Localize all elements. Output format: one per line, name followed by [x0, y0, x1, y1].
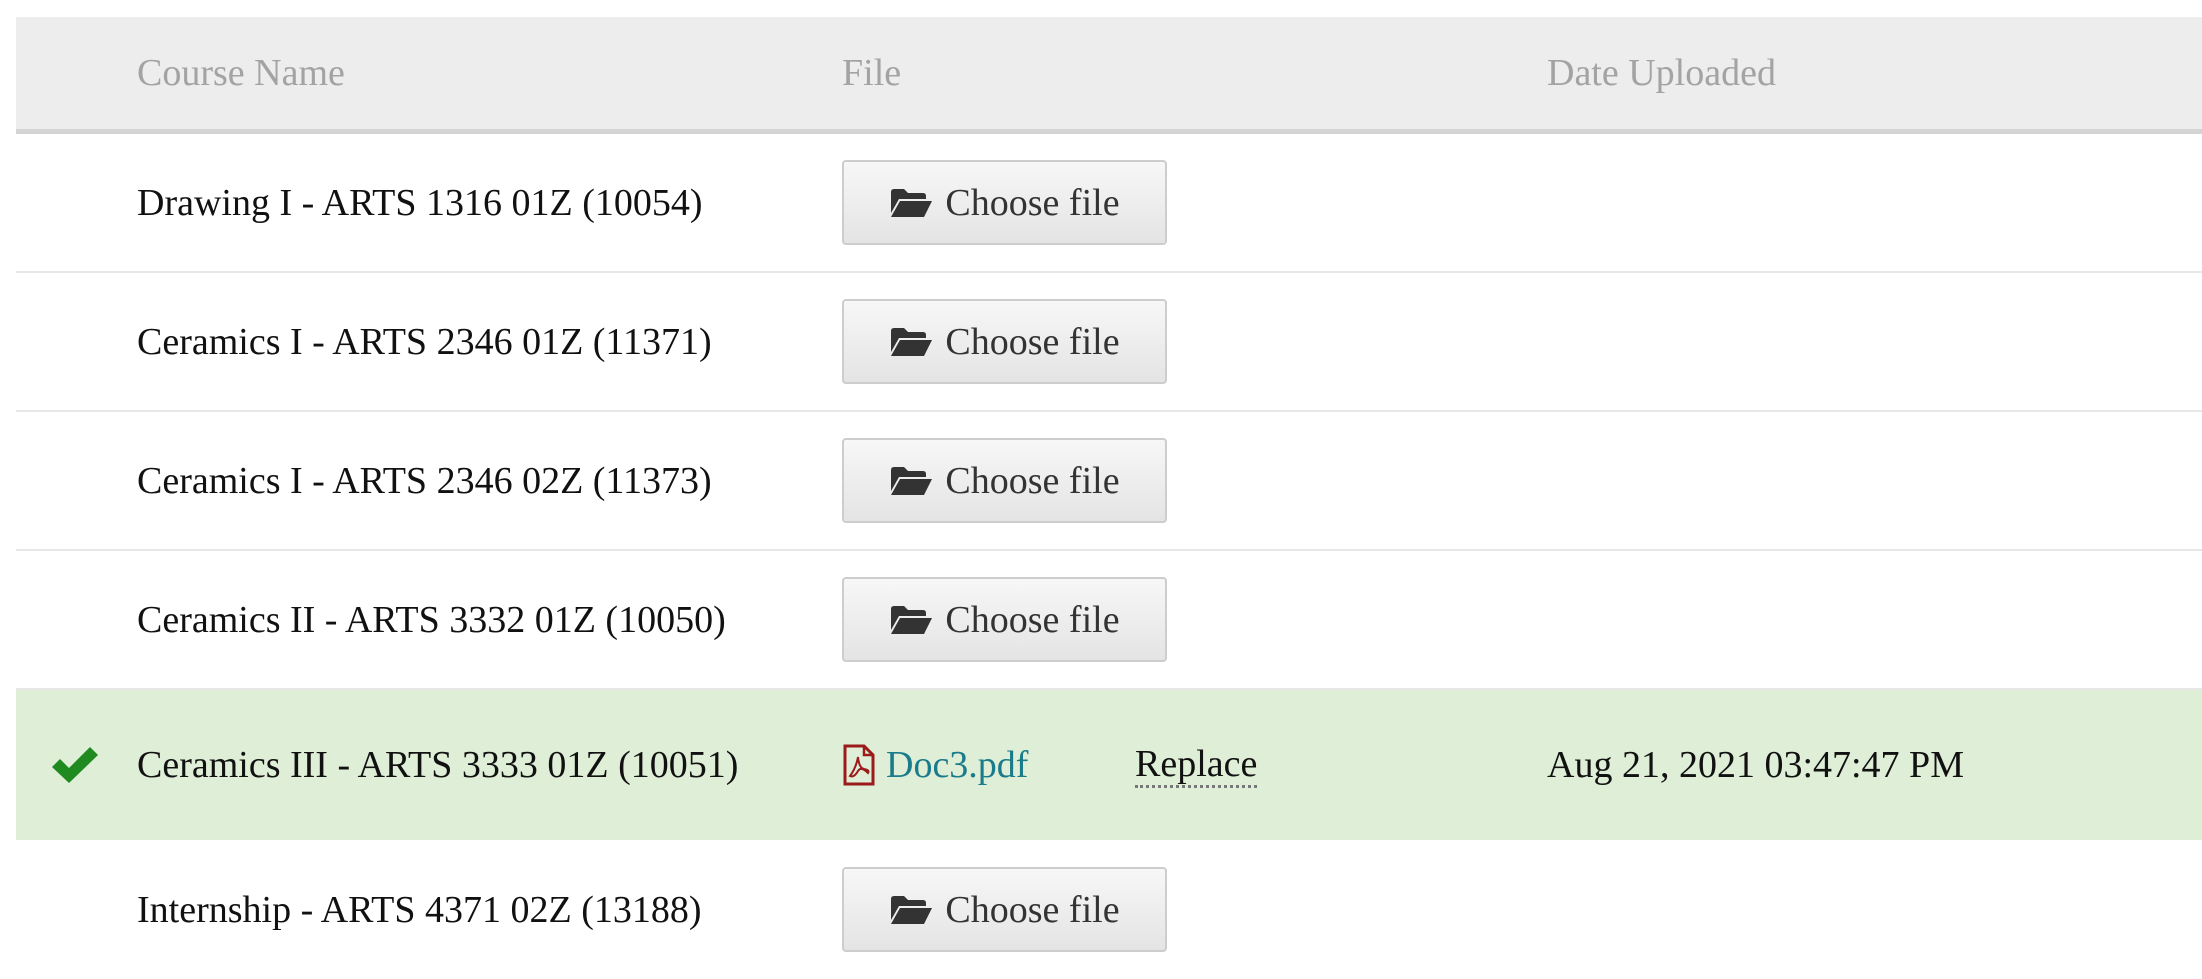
table-header: Course Name File Date Uploaded: [16, 17, 2202, 134]
uploaded-file-name: Doc3.pdf: [886, 744, 1029, 786]
table-row: Internship - ARTS 4371 02Z (13188) Choos…: [16, 840, 2202, 979]
course-name: Drawing I - ARTS 1316 01Z (10054): [137, 181, 703, 224]
choose-file-button[interactable]: Choose file: [842, 867, 1167, 952]
course-files-table: Course Name File Date Uploaded Drawing I…: [16, 17, 2202, 979]
table-row: Ceramics II - ARTS 3332 01Z (10050) Choo…: [16, 551, 2202, 690]
choose-file-button[interactable]: Choose file: [842, 299, 1167, 384]
course-name: Ceramics I - ARTS 2346 01Z (11371): [137, 320, 712, 363]
header-file: File: [842, 52, 902, 94]
course-name: Internship - ARTS 4371 02Z (13188): [137, 888, 702, 931]
table-row: Drawing I - ARTS 1316 01Z (10054) Choose…: [16, 134, 2202, 273]
replace-link[interactable]: Replace: [1135, 743, 1258, 788]
checkmark-icon: [50, 744, 100, 786]
choose-file-button[interactable]: Choose file: [842, 438, 1167, 523]
folder-open-icon: [889, 186, 933, 220]
course-name: Ceramics II - ARTS 3332 01Z (10050): [137, 598, 726, 641]
course-name: Ceramics I - ARTS 2346 02Z (11373): [137, 459, 712, 502]
folder-open-icon: [889, 464, 933, 498]
date-uploaded: Aug 21, 2021 03:47:47 PM: [1547, 744, 1964, 786]
choose-file-button[interactable]: Choose file: [842, 577, 1167, 662]
folder-open-icon: [889, 893, 933, 927]
folder-open-icon: [889, 603, 933, 637]
uploaded-file-link[interactable]: Doc3.pdf: [842, 743, 1028, 787]
folder-open-icon: [889, 325, 933, 359]
choose-file-button[interactable]: Choose file: [842, 160, 1167, 245]
course-name: Ceramics III - ARTS 3333 01Z (10051): [137, 744, 739, 786]
header-date-uploaded: Date Uploaded: [1547, 52, 1776, 94]
header-course-name: Course Name: [137, 52, 345, 94]
table-row: Ceramics I - ARTS 2346 01Z (11371) Choos…: [16, 273, 2202, 412]
pdf-file-icon: [842, 744, 876, 786]
table-row: Ceramics I - ARTS 2346 02Z (11373) Choos…: [16, 412, 2202, 551]
table-row-uploaded: Ceramics III - ARTS 3333 01Z (10051) Doc…: [16, 690, 2202, 840]
